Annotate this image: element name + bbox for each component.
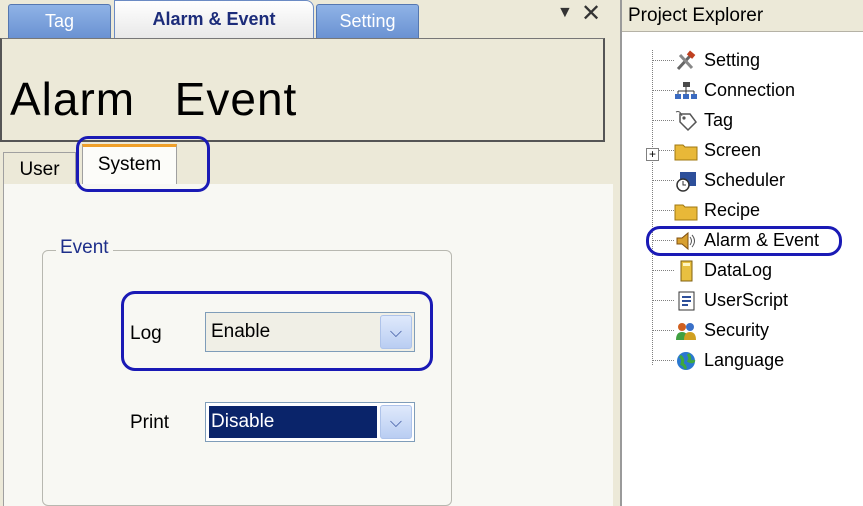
tree-item-label: UserScript [704, 290, 789, 310]
tree-item-label: DataLog [704, 260, 773, 280]
print-dropdown[interactable]: Disable ⌵ [205, 402, 415, 442]
alarm-speaker-icon [676, 231, 695, 251]
tab-tag[interactable]: Tag [8, 4, 111, 38]
tree-item-datalog[interactable]: DataLog [622, 256, 863, 286]
project-explorer-panel: Project Explorer Setting Connection Tag … [620, 0, 863, 506]
tree-item-language[interactable]: Language [622, 346, 863, 376]
tree-item-label: Alarm & Event [704, 230, 820, 250]
tree-item-label: Security [704, 320, 770, 340]
close-icon[interactable]: ✕ [581, 0, 601, 28]
globe-icon [677, 352, 696, 370]
users-icon [676, 323, 696, 340]
tree-item-recipe[interactable]: Recipe [622, 196, 863, 226]
subtab-strip: User System [0, 142, 614, 188]
tree-item-setting[interactable]: Setting [622, 46, 863, 76]
alarm-event-panel: Tag Setting Alarm & Event ▼ ✕ Alarm Even… [0, 0, 614, 506]
event-group-legend: Event [56, 237, 113, 259]
tree-item-label: Recipe [704, 200, 761, 220]
pin-dropdown-icon[interactable]: ▼ [557, 4, 573, 22]
tree-item-scheduler[interactable]: Scheduler [622, 166, 863, 196]
print-label: Print [130, 412, 170, 433]
tree-item-label: Tag [704, 110, 734, 130]
chevron-down-icon[interactable]: ⌵ [380, 405, 412, 439]
tree-item-label: Setting [704, 50, 761, 70]
tree-item-label: Scheduler [704, 170, 786, 190]
tree-item-alarm-event[interactable]: Alarm & Event [622, 226, 863, 256]
tree-item-tag[interactable]: Tag [622, 106, 863, 136]
log-dropdown[interactable]: Enable ⌵ [205, 312, 415, 352]
page-title: Alarm Event [10, 73, 298, 125]
subtab-user[interactable]: User [3, 152, 76, 186]
document-tab-strip: Tag Setting Alarm & Event ▼ ✕ [0, 0, 614, 38]
folder-icon [674, 144, 698, 161]
tree-item-label: Connection [704, 80, 796, 100]
tab-alarm-event[interactable]: Alarm & Event [114, 0, 314, 38]
folder-icon [674, 204, 698, 221]
script-icon [678, 291, 695, 311]
network-icon [675, 82, 697, 99]
print-dropdown-value: Disable [211, 411, 275, 432]
tree-item-label: Screen [704, 140, 762, 160]
expand-icon[interactable]: + [646, 148, 659, 161]
scheduler-icon [676, 172, 696, 192]
tree-item-label: Language [704, 350, 785, 370]
title-area: Alarm Event [0, 38, 605, 142]
tree-item-userscript[interactable]: UserScript [622, 286, 863, 316]
tab-setting[interactable]: Setting [316, 4, 419, 38]
event-groupbox [42, 250, 452, 506]
project-explorer-title: Project Explorer [622, 0, 863, 32]
subtab-system[interactable]: System [82, 144, 177, 186]
chevron-down-icon[interactable]: ⌵ [380, 315, 412, 349]
tag-icon [675, 111, 697, 132]
log-label: Log [130, 323, 162, 344]
datalog-icon [680, 260, 693, 282]
tools-icon [676, 50, 696, 71]
tree-item-connection[interactable]: Connection [622, 76, 863, 106]
log-dropdown-value: Enable [211, 321, 271, 342]
tree-item-security[interactable]: Security [622, 316, 863, 346]
